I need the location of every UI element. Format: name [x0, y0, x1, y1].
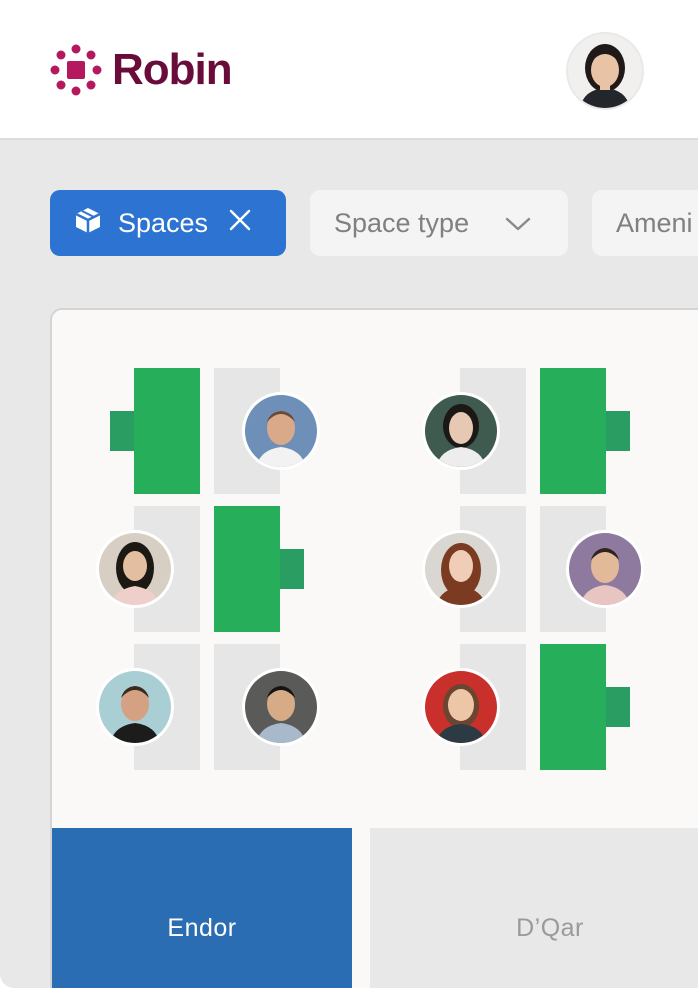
room-tab-endor[interactable]: Endor	[52, 828, 352, 988]
floor-map: Endor D’Qar	[50, 308, 698, 988]
app-header: Robin	[0, 0, 698, 140]
occupant-avatar[interactable]	[96, 668, 174, 746]
occupant-avatar[interactable]	[96, 530, 174, 608]
room-tab-label: D’Qar	[516, 913, 584, 942]
space-type-label: Space type	[334, 207, 470, 238]
robin-logo[interactable]: Robin	[50, 44, 233, 96]
occupant-avatar[interactable]	[422, 392, 500, 470]
occupant-avatar[interactable]	[242, 668, 320, 746]
desk-chair	[280, 549, 304, 589]
desk-chair	[110, 411, 134, 451]
room-tab-label: Endor	[167, 913, 237, 942]
brand-name: Robin	[112, 45, 233, 94]
amenities-label: Ameni	[616, 207, 693, 238]
robin-logo-icon	[50, 44, 102, 96]
desk-chair	[606, 687, 630, 727]
spaces-filter-label: Spaces	[118, 207, 209, 238]
chevron-down-icon	[505, 208, 531, 239]
amenities-dropdown[interactable]: Ameni	[592, 190, 698, 256]
user-avatar[interactable]	[566, 32, 644, 110]
tab-divider	[352, 828, 370, 988]
close-icon[interactable]	[228, 208, 252, 239]
space-type-dropdown[interactable]: Space type	[310, 190, 568, 256]
desk-available[interactable]	[214, 506, 280, 632]
app-frame: Robin Spaces Space type Ameni Endor D’Qa…	[0, 0, 698, 988]
desk-chair	[606, 411, 630, 451]
cube-icon	[74, 206, 102, 241]
occupant-avatar[interactable]	[422, 530, 500, 608]
desk-available[interactable]	[134, 368, 200, 494]
occupant-avatar[interactable]	[566, 530, 644, 608]
occupant-avatar[interactable]	[422, 668, 500, 746]
desk-available[interactable]	[540, 644, 606, 770]
spaces-filter-chip[interactable]: Spaces	[50, 190, 286, 256]
occupant-avatar[interactable]	[242, 392, 320, 470]
room-tab-dqar[interactable]: D’Qar	[370, 828, 698, 988]
desk-available[interactable]	[540, 368, 606, 494]
